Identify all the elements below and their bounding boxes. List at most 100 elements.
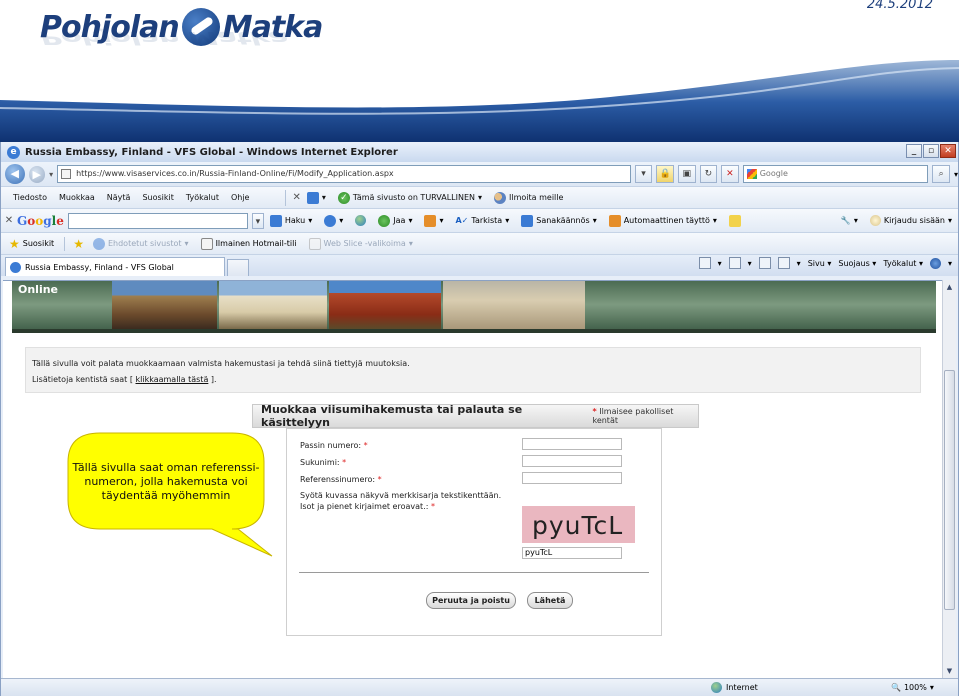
menu-view[interactable]: Näytä <box>101 193 137 202</box>
modify-form: Passin numero: * Sukunimi: * Referenssin… <box>286 428 662 636</box>
close-google-toolbar-icon[interactable]: ✕ <box>1 215 17 226</box>
menu-favorites[interactable]: Suosikit <box>136 193 179 202</box>
user-icon <box>869 215 881 226</box>
menu-file[interactable]: Tiedosto <box>7 193 53 202</box>
plus-button[interactable]: ▾ <box>318 214 349 227</box>
captcha-label: Syötä kuvassa näkyvä merkkisarja tekstik… <box>300 491 502 511</box>
status-bar: Internet 🔍 100% ▾ <box>1 678 958 696</box>
people-icon <box>494 191 507 204</box>
scroll-down-icon[interactable]: ▼ <box>944 665 955 677</box>
wrench-icon: 🔧 <box>840 216 851 225</box>
history-dropdown-icon[interactable]: ▾ <box>49 170 53 179</box>
webslice-link[interactable]: Web Slice -valikoima ▾ <box>303 237 419 250</box>
toolbar-separator <box>285 189 287 206</box>
url-dropdown-icon[interactable]: ▾ <box>634 165 653 183</box>
highlight-button[interactable] <box>723 214 747 227</box>
bookmark-button[interactable]: ▾ <box>418 214 449 227</box>
stop-icon[interactable]: ✕ <box>721 165 739 183</box>
reference-label: Referenssinumero: * <box>300 475 382 484</box>
passport-input[interactable] <box>522 438 622 450</box>
menu-help[interactable]: Ohje <box>225 193 256 202</box>
highlighter-icon <box>728 214 741 227</box>
report-label: Ilmoita meille <box>509 193 564 202</box>
refresh-icon[interactable]: ↻ <box>699 165 718 183</box>
ie-small-icon <box>92 237 105 250</box>
minimize-button[interactable]: _ <box>906 144 922 158</box>
mail-icon[interactable] <box>758 257 771 269</box>
site-banner: Online <box>12 281 936 333</box>
new-tab-button[interactable] <box>227 259 249 276</box>
home-icon[interactable] <box>698 257 711 269</box>
compatibility-view-icon[interactable]: ▣ <box>677 165 696 183</box>
close-toolbar-icon[interactable]: ✕ <box>292 192 300 203</box>
globe-icon <box>355 215 367 226</box>
captcha-input[interactable]: pyuTcL <box>522 547 622 559</box>
url-input[interactable]: https://www.visaservices.co.in/Russia-Fi… <box>57 165 631 183</box>
scroll-up-icon[interactable]: ▲ <box>944 281 955 293</box>
search-dropdown-icon[interactable]: ▾ <box>954 170 958 179</box>
webslice-icon <box>308 237 321 250</box>
google-search-dropdown-icon[interactable]: ▾ <box>251 212 264 229</box>
address-bar: ◀ ▶ ▾ https://www.visaservices.co.in/Rus… <box>1 162 958 186</box>
search-icon[interactable]: ⌕ <box>932 165 950 183</box>
print-icon[interactable] <box>777 257 790 269</box>
menu-tools[interactable]: Työkalut <box>180 193 225 202</box>
surname-label: Sukunimi: * <box>300 458 347 467</box>
form-header: Muokkaa viisumihakemusta tai palauta se … <box>252 403 699 429</box>
settings-button[interactable]: 🔧 ▾ <box>835 216 864 225</box>
plus-icon <box>324 214 337 227</box>
forward-button[interactable]: ▶ <box>28 165 46 183</box>
close-button[interactable]: ✕ <box>940 144 956 158</box>
scroll-thumb[interactable] <box>944 370 955 610</box>
back-button[interactable]: ◀ <box>5 164 25 184</box>
check-button[interactable]: A✓ Tarkista ▾ <box>449 216 515 225</box>
header-wave <box>0 60 959 144</box>
reference-input[interactable] <box>522 472 622 484</box>
sign-in-button[interactable]: Kirjaudu sisään ▾ <box>864 215 958 226</box>
form-title: Muokkaa viisumihakemusta tai palauta se … <box>261 403 523 429</box>
maximize-button[interactable]: ▫ <box>923 144 939 158</box>
favorites-button[interactable]: Suosikit <box>23 239 54 248</box>
google-search-input[interactable] <box>67 212 248 229</box>
tools-menu[interactable]: Työkalut ▾ <box>883 259 923 268</box>
details-link[interactable]: klikkaamalla tästä <box>136 375 209 384</box>
secure-site-badge[interactable]: ✓ Tämä sivusto on TURVALLINEN ▾ <box>332 191 488 204</box>
wot-dropdown[interactable]: ▾ <box>301 191 332 204</box>
slide-date: 24.5.2012 <box>866 0 933 12</box>
zoom-control[interactable]: 🔍 100% ▾ <box>891 683 934 692</box>
tab-label: Russia Embassy, Finland - VFS Global <box>25 262 174 272</box>
tab-ie-icon <box>10 261 21 273</box>
tab-active[interactable]: Russia Embassy, Finland - VFS Global <box>5 257 225 276</box>
vertical-scrollbar[interactable]: ▲ ▼ <box>942 280 956 678</box>
zone-label: Internet <box>726 683 758 692</box>
search-input[interactable]: Google <box>742 165 929 183</box>
command-bar: ▾ ▾ ▾ Sivu ▾ Suojaus ▾ Työkalut ▾ ▾ <box>698 257 952 269</box>
signal-icon <box>306 191 319 204</box>
suggested-sites-link[interactable]: Ehdotetut sivustot ▾ <box>87 237 195 250</box>
lock-icon[interactable]: 🔒 <box>656 165 674 183</box>
page-menu[interactable]: Sivu ▾ <box>808 259 832 268</box>
translate-button[interactable]: Sanakäännös ▾ <box>515 214 602 227</box>
surname-input[interactable] <box>522 455 622 467</box>
info-link-line: Lisätietoja kentistä saat [ klikkaamalla… <box>32 375 217 384</box>
safety-menu[interactable]: Suojaus ▾ <box>838 259 876 268</box>
autofill-button[interactable]: Automaattinen täyttö ▾ <box>603 214 723 227</box>
hotmail-link[interactable]: Ilmainen Hotmail-tili <box>195 237 303 250</box>
title-bar: e Russia Embassy, Finland - VFS Global -… <box>1 142 958 162</box>
feeds-icon[interactable] <box>728 257 741 269</box>
submit-button[interactable]: Lähetä <box>527 592 573 609</box>
slide: Pohjolan Matka Pohjolan Matka 24.5.2012 … <box>0 0 959 696</box>
globe-button[interactable] <box>349 215 372 226</box>
zoom-level: 100% <box>903 683 927 692</box>
form-divider <box>299 572 649 573</box>
favorites-bar: ★ Suosikit ★ Ehdotetut sivustot ▾ Ilmain… <box>1 232 958 254</box>
pencil-icon <box>608 214 621 227</box>
help-icon[interactable] <box>929 257 941 269</box>
menu-edit[interactable]: Muokkaa <box>53 193 101 202</box>
share-button[interactable]: Jaa ▾ <box>372 214 418 227</box>
cancel-button[interactable]: Peruuta ja poistu <box>426 592 516 609</box>
google-search-button[interactable]: Haku ▾ <box>264 214 318 227</box>
add-favorite-icon[interactable]: ★ <box>73 237 84 251</box>
url-text: https://www.visaservices.co.in/Russia-Fi… <box>76 169 394 178</box>
report-button[interactable]: Ilmoita meille <box>488 191 569 204</box>
